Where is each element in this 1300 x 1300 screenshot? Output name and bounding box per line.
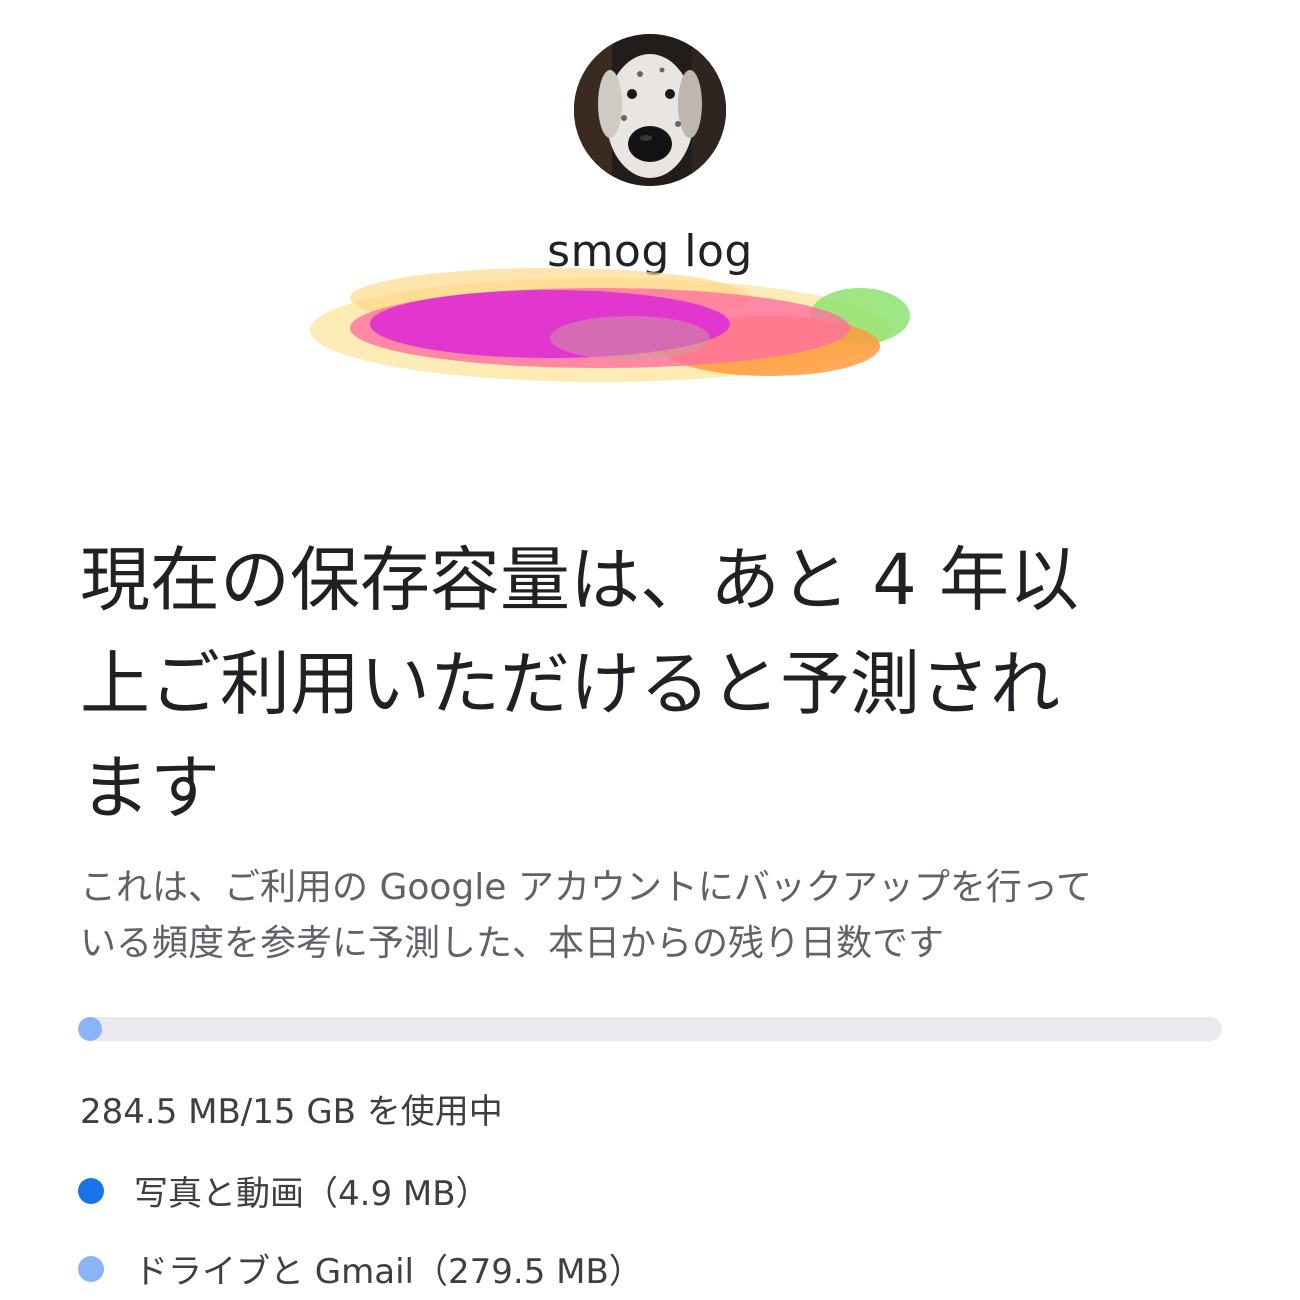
legend-item-drive-gmail: ドライブと Gmail（279.5 MB）: [78, 1244, 643, 1293]
dalmatian-avatar-icon: [574, 34, 726, 186]
legend-label: ドライブと Gmail（279.5 MB）: [134, 1252, 643, 1292]
storage-page: smog log 現在の保存容量は、あと 4 年以 上ご利用いただけると予測され…: [0, 0, 1300, 1300]
description-line: これは、ご利用の Google アカウントにバックアップを行って: [80, 867, 1093, 908]
redaction-scribble: [300, 258, 920, 398]
description-line: いる頻度を参考に予測した、本日からの残り日数です: [80, 923, 945, 964]
headline-line: 現在の保存容量は、あと 4 年以: [80, 539, 1080, 621]
headline-line: 上ご利用いただけると予測され: [80, 643, 1060, 725]
legend-label: 写真と動画（4.9 MB）: [134, 1174, 490, 1214]
storage-progress-fill: [78, 1017, 102, 1041]
avatar[interactable]: [574, 34, 726, 186]
legend-dot-icon: [78, 1255, 104, 1282]
legend-item-photos: 写真と動画（4.9 MB）: [78, 1166, 490, 1215]
forecast-description: これは、ご利用の Google アカウントにバックアップを行って いる頻度を参考…: [80, 860, 1220, 972]
legend-dot-icon: [78, 1177, 104, 1204]
storage-forecast-headline: 現在の保存容量は、あと 4 年以 上ご利用いただけると予測され ます: [80, 528, 1220, 840]
headline-line: ます: [80, 747, 220, 829]
storage-progress-bar: [78, 1017, 1222, 1041]
storage-usage-text: 284.5 MB/15 GB を使用中: [80, 1092, 503, 1132]
